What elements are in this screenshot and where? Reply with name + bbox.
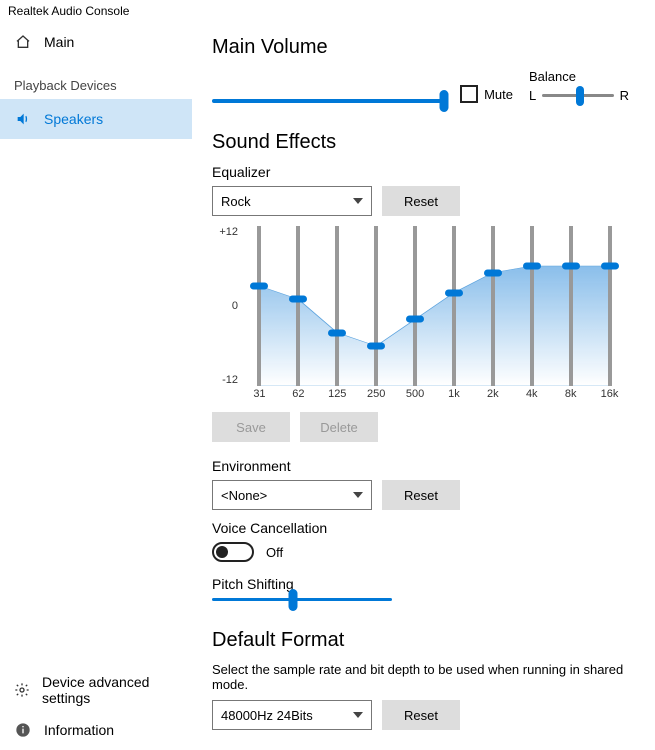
eq-band-track[interactable] <box>452 226 456 386</box>
voice-cancellation-label: Voice Cancellation <box>212 520 629 536</box>
mute-checkbox[interactable]: Mute <box>460 69 513 103</box>
sidebar-item-label: Device advanced settings <box>42 674 178 706</box>
eq-band-thumb[interactable] <box>562 263 580 270</box>
mute-label: Mute <box>484 87 513 102</box>
eq-x-label: 125 <box>328 388 346 400</box>
eq-x-label: 62 <box>292 388 304 400</box>
window-title: Realtek Audio Console <box>0 0 655 22</box>
eq-x-label: 16k <box>601 388 619 400</box>
main-volume-thumb[interactable] <box>440 90 449 112</box>
pitch-shifting-label: Pitch Shifting <box>212 576 629 592</box>
eq-x-label: 1k <box>448 388 460 400</box>
balance-right-label: R <box>620 88 629 103</box>
eq-band-track[interactable] <box>296 226 300 386</box>
equalizer-graph: +12 0 -12 31 62 125 250 <box>212 226 629 404</box>
environment-label: Environment <box>212 458 629 474</box>
eq-band-thumb[interactable] <box>484 269 502 276</box>
default-format-desc: Select the sample rate and bit depth to … <box>212 662 629 692</box>
home-icon <box>14 34 32 50</box>
eq-band-track[interactable] <box>374 226 378 386</box>
equalizer-delete-button[interactable]: Delete <box>300 412 378 442</box>
balance-thumb[interactable] <box>576 86 584 106</box>
toggle-knob <box>216 546 228 558</box>
eq-y-bot: -12 <box>212 374 238 386</box>
eq-band-track[interactable] <box>491 226 495 386</box>
eq-x-label: 2k <box>487 388 499 400</box>
balance-label: Balance <box>529 69 629 84</box>
sidebar-item-label: Information <box>44 722 114 738</box>
equalizer-save-button[interactable]: Save <box>212 412 290 442</box>
sidebar-item-information[interactable]: Information <box>0 710 192 750</box>
default-format-heading: Default Format <box>212 629 629 652</box>
main-volume-heading: Main Volume <box>212 36 629 59</box>
environment-value: <None> <box>221 488 267 503</box>
sound-effects-heading: Sound Effects <box>212 131 629 154</box>
eq-x-label: 4k <box>526 388 538 400</box>
eq-band-thumb[interactable] <box>445 289 463 296</box>
eq-y-top: +12 <box>212 226 238 238</box>
default-format-value: 48000Hz 24Bits <box>221 708 313 723</box>
voice-cancellation-state: Off <box>266 545 283 560</box>
sidebar: Main Playback Devices Speakers Device ad… <box>0 22 192 750</box>
eq-x-label: 31 <box>253 388 265 400</box>
equalizer-reset-button[interactable]: Reset <box>382 186 460 216</box>
environment-select[interactable]: <None> <box>212 480 372 510</box>
speaker-icon <box>14 111 32 127</box>
balance-left-label: L <box>529 88 536 103</box>
sidebar-item-speakers[interactable]: Speakers <box>0 99 192 139</box>
eq-band-track[interactable] <box>413 226 417 386</box>
chevron-down-icon <box>353 492 363 498</box>
pitch-slider[interactable] <box>212 598 392 601</box>
eq-band-track[interactable] <box>530 226 534 386</box>
sidebar-item-label: Speakers <box>44 111 103 127</box>
eq-band-thumb[interactable] <box>601 263 619 270</box>
chevron-down-icon <box>353 198 363 204</box>
voice-cancellation-toggle[interactable] <box>212 542 254 562</box>
sidebar-item-advanced[interactable]: Device advanced settings <box>0 670 192 710</box>
default-format-select[interactable]: 48000Hz 24Bits <box>212 700 372 730</box>
equalizer-preset-value: Rock <box>221 194 251 209</box>
eq-band-thumb[interactable] <box>367 343 385 350</box>
eq-band-track[interactable] <box>569 226 573 386</box>
sidebar-section-playback: Playback Devices <box>0 62 192 99</box>
eq-band-track[interactable] <box>608 226 612 386</box>
balance-slider[interactable] <box>542 94 613 97</box>
checkbox-icon <box>460 85 478 103</box>
eq-y-mid: 0 <box>212 300 238 312</box>
equalizer-label: Equalizer <box>212 164 629 180</box>
environment-reset-button[interactable]: Reset <box>382 480 460 510</box>
sidebar-item-main[interactable]: Main <box>0 22 192 62</box>
eq-band-thumb[interactable] <box>289 296 307 303</box>
default-format-reset-button[interactable]: Reset <box>382 700 460 730</box>
sidebar-item-label: Main <box>44 34 74 50</box>
eq-band-track[interactable] <box>257 226 261 386</box>
chevron-down-icon <box>353 712 363 718</box>
eq-band-track[interactable] <box>335 226 339 386</box>
gear-icon <box>14 682 30 698</box>
eq-band-thumb[interactable] <box>328 329 346 336</box>
eq-band-thumb[interactable] <box>406 316 424 323</box>
pitch-thumb[interactable] <box>289 589 298 611</box>
main-volume-slider[interactable] <box>212 99 444 103</box>
eq-x-label: 500 <box>406 388 424 400</box>
eq-x-label: 8k <box>565 388 577 400</box>
info-icon <box>14 722 32 738</box>
equalizer-preset-select[interactable]: Rock <box>212 186 372 216</box>
eq-band-thumb[interactable] <box>250 283 268 290</box>
main-panel: Main Volume Mute Balance L <box>192 22 655 750</box>
eq-band-thumb[interactable] <box>523 263 541 270</box>
eq-x-label: 250 <box>367 388 385 400</box>
